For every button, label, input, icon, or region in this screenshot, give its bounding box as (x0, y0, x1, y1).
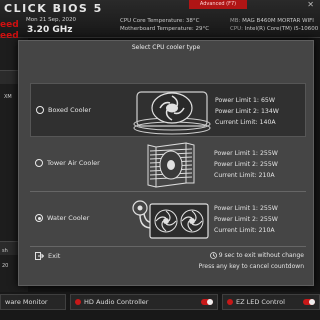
hd-audio-toggle[interactable] (201, 299, 213, 305)
temperature-info: CPU Core Temperature: 38°C Motherboard T… (120, 17, 209, 33)
hardware-monitor-label: ware Monitor (5, 298, 48, 306)
bios-logo: CLICK BIOS 5 (4, 2, 103, 15)
exit-icon[interactable] (35, 252, 44, 260)
option-label: Boxed Cooler (48, 106, 92, 114)
spec-current-limit: Current Limit: 140A (215, 119, 276, 126)
radio-boxed-cooler[interactable] (36, 106, 44, 114)
specs-water-cooler: Power Limit 1: 255W Power Limit 2: 255W … (214, 203, 278, 236)
bios-date: Mon 21 Sep, 2020 (26, 17, 76, 23)
boxed-cooler-fan-icon (133, 91, 211, 135)
spec-power-limit-2: Power Limit 2: 134W (215, 108, 279, 115)
bios-top-bar: CLICK BIOS 5 Advanced (F7) ✕ Mon 21 Sep,… (0, 0, 320, 38)
left-label-20: 20 (2, 263, 9, 269)
hd-audio-label: HD Audio Controller (84, 298, 149, 306)
cpu-value: Intel(R) Core(TM) i5-10600 (244, 26, 319, 32)
specs-tower-air-cooler: Power Limit 1: 255W Power Limit 2: 255W … (214, 148, 278, 181)
ez-led-toggle[interactable] (303, 299, 315, 305)
system-info: MB: MAG B460M MORTAR WIFI CPU: Intel(R) … (230, 17, 318, 33)
led-icon (227, 299, 233, 305)
motherboard-temperature: Motherboard Temperature: 29°C (120, 26, 210, 32)
option-tower-air-cooler[interactable]: Tower Air Cooler Power Limit 1: 255W Pow… (30, 137, 306, 191)
water-cooler-radiator-icon (132, 200, 209, 239)
specs-boxed-cooler: Power Limit 1: 65W Power Limit 2: 134W C… (215, 95, 279, 128)
cpu-key: CPU: (230, 26, 244, 32)
countdown-message: 9 sec to exit without change Press any k… (199, 250, 304, 272)
ez-led-label: EZ LED Control (236, 298, 285, 306)
left-label-flash: sh (2, 248, 8, 254)
spec-current-limit: Current Limit: 210A (214, 172, 275, 179)
mb-value: MAG B460M MORTAR WIFI (242, 18, 314, 24)
dialog-title: Select CPU cooler type (131, 44, 201, 51)
radio-water-cooler[interactable] (35, 214, 43, 222)
cpu-speed-label: eed (0, 20, 19, 30)
option-boxed-cooler[interactable]: Boxed Cooler Power Limit 1: 65W Power Li… (30, 83, 306, 137)
timer-icon (209, 252, 217, 259)
spec-power-limit-1: Power Limit 1: 255W (214, 205, 278, 212)
spec-power-limit-1: Power Limit 1: 255W (214, 150, 278, 157)
mb-key: MB: (230, 18, 241, 24)
cpu-temperature: CPU Core Temperature: 38°C (120, 18, 200, 24)
option-water-cooler[interactable]: Water Cooler Power Limit 1: 255W Power L… (30, 191, 306, 245)
tower-air-cooler-icon (147, 142, 195, 188)
audio-icon (75, 299, 81, 305)
cpu-cooler-dialog: Select CPU cooler type Boxed Cooler Powe… (18, 40, 314, 286)
cpu-frequency: 3.20 GHz (27, 25, 73, 35)
advanced-mode-button[interactable]: Advanced (F7) (189, 0, 247, 9)
ez-led-button[interactable]: EZ LED Control (222, 294, 320, 310)
close-icon[interactable]: ✕ (307, 0, 314, 9)
spec-current-limit: Current Limit: 210A (214, 227, 275, 234)
option-label: Water Cooler (47, 214, 90, 222)
spec-power-limit-2: Power Limit 2: 255W (214, 216, 278, 223)
hardware-monitor-button[interactable]: ware Monitor (0, 294, 66, 310)
radio-tower-air-cooler[interactable] (35, 159, 43, 167)
option-label: Tower Air Cooler (47, 159, 100, 167)
countdown-line-2: Press any key to cancel countdown (198, 263, 304, 270)
spec-power-limit-1: Power Limit 1: 65W (215, 97, 275, 104)
countdown-line-1: sec to exit without change (222, 252, 304, 259)
spec-power-limit-2: Power Limit 2: 255W (214, 161, 278, 168)
exit-row: Exit 9 sec to exit without change Press … (30, 246, 306, 270)
hd-audio-button[interactable]: HD Audio Controller (70, 294, 218, 310)
exit-button[interactable]: Exit (48, 252, 60, 260)
left-label-xmp: XM (4, 94, 12, 100)
